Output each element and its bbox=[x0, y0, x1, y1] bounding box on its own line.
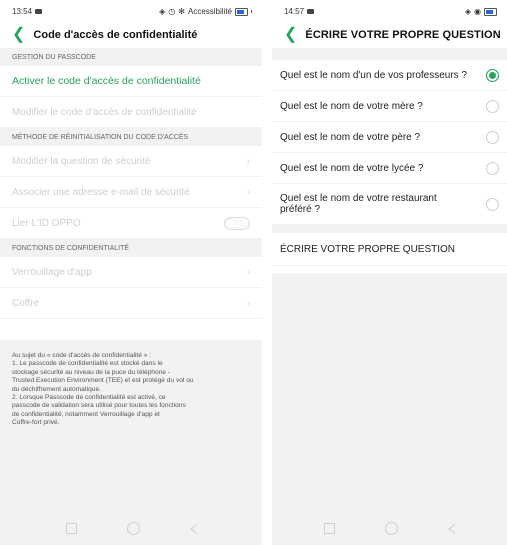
notification-icon bbox=[307, 9, 315, 15]
status-time: 14:57 bbox=[284, 7, 305, 16]
settings-list: GESTION DU PASSCODE Activer le code d'ac… bbox=[0, 48, 262, 319]
title-bar: ❮ ÉCRIRE VOTRE PROPRE QUESTION bbox=[272, 22, 507, 48]
oppo-id-toggle[interactable] bbox=[224, 216, 250, 230]
back-arrow-icon[interactable]: ❮ bbox=[284, 27, 297, 43]
status-bar: 14:57 ◈ ◉ bbox=[272, 0, 507, 22]
left-screen: 13:54 ◈ ◷ ✻ Accessibilité ❮ Code d'accès… bbox=[0, 0, 262, 545]
radio-icon[interactable] bbox=[486, 130, 499, 144]
question-option[interactable]: Quel est le nom de votre mère ? bbox=[272, 91, 507, 122]
navigation-bar bbox=[0, 512, 262, 545]
link-oppo-id-item[interactable]: Lier L'ID OPPO bbox=[0, 208, 262, 239]
recent-apps-icon[interactable] bbox=[65, 523, 77, 534]
question-option[interactable]: Quel est le nom de votre père ? bbox=[272, 122, 507, 153]
question-option[interactable]: Quel est le nom de votre restaurant préf… bbox=[272, 184, 507, 225]
chevron-right-icon: › bbox=[246, 297, 250, 309]
associate-email-item[interactable]: Associer une adresse e-mail de sécurité … bbox=[0, 177, 262, 208]
back-nav-icon[interactable] bbox=[189, 523, 197, 534]
recent-apps-icon[interactable] bbox=[324, 523, 335, 534]
safe-item[interactable]: Coffre › bbox=[0, 288, 262, 319]
section-header-passcode: GESTION DU PASSCODE bbox=[0, 48, 262, 66]
section-header-privacy-functions: FONCTIONS DE CONFIDENTIALITÉ bbox=[0, 239, 262, 257]
chevron-right-icon: › bbox=[246, 266, 250, 278]
radio-icon[interactable] bbox=[486, 161, 499, 175]
status-time: 13:54 bbox=[12, 7, 33, 16]
title-bar: ❮ Code d'accès de confidentialité bbox=[0, 22, 262, 48]
enable-passcode-item[interactable]: Activer le code d'accès de confidentiali… bbox=[0, 66, 262, 97]
radio-selected-icon[interactable] bbox=[486, 68, 499, 82]
battery-icon bbox=[235, 7, 248, 16]
status-bar: 13:54 ◈ ◷ ✻ Accessibilité bbox=[0, 0, 262, 22]
back-arrow-icon[interactable]: ❮ bbox=[12, 27, 25, 43]
chevron-right-icon: › bbox=[246, 155, 250, 167]
bluetooth-icon: ✻ bbox=[178, 7, 185, 16]
modify-passcode-item[interactable]: Modifier le code d'accès de confidential… bbox=[0, 97, 262, 128]
alarm-icon: ◉ bbox=[474, 7, 481, 16]
radio-icon[interactable] bbox=[486, 99, 499, 113]
app-lock-item[interactable]: Verrouillage d'app › bbox=[0, 257, 262, 288]
page-title: ÉCRIRE VOTRE PROPRE QUESTION bbox=[305, 29, 501, 41]
alarm-icon: ◷ bbox=[168, 7, 176, 16]
accessibility-label: Accessibilité bbox=[187, 7, 232, 16]
home-icon[interactable] bbox=[126, 522, 140, 535]
signal-icon: ◈ bbox=[159, 7, 166, 16]
info-text: Au sujet du « code d'accès de confidenti… bbox=[0, 340, 262, 512]
modify-security-question-item[interactable]: Modifier la question de sécurité › bbox=[0, 146, 262, 177]
signal-icon: ◈ bbox=[464, 7, 472, 16]
section-header-reset-method: MÉTHODE DE RÉINITIALISATION DU CODE D'AC… bbox=[0, 128, 262, 146]
home-icon[interactable] bbox=[385, 522, 398, 535]
navigation-bar bbox=[272, 512, 507, 545]
battery-icon bbox=[484, 7, 497, 16]
write-own-question-button[interactable]: ÉCRIRE VOTRE PROPRE QUESTION bbox=[272, 233, 507, 266]
right-screen: 14:57 ◈ ◉ ❮ ÉCRIRE VOTRE PROPRE QUESTION… bbox=[272, 0, 507, 545]
chevron-right-icon: › bbox=[246, 186, 250, 198]
back-nav-icon[interactable] bbox=[448, 523, 455, 534]
radio-icon[interactable] bbox=[486, 197, 499, 211]
question-option[interactable]: Quel est le nom de votre lycée ? bbox=[272, 153, 507, 184]
question-option[interactable]: Quel est le nom d'un de vos professeurs … bbox=[272, 60, 507, 91]
notification-icon bbox=[35, 9, 43, 15]
page-title: Code d'accès de confidentialité bbox=[33, 29, 198, 41]
